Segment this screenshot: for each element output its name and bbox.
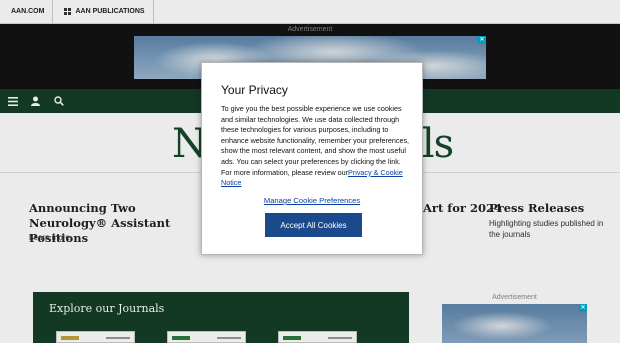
privacy-body: To give you the best possible experience…: [221, 104, 413, 189]
accept-all-cookies-button[interactable]: Accept All Cookies: [265, 213, 362, 237]
privacy-body-text: To give you the best possible experience…: [221, 104, 410, 177]
privacy-heading: Your Privacy: [221, 83, 288, 97]
manage-cookie-preferences-link[interactable]: Manage Cookie Preferences: [202, 196, 422, 205]
privacy-dialog: Your Privacy To give you the best possib…: [201, 62, 423, 255]
page: AAN.COM AAN PUBLICATIONS Advertisement ✕…: [0, 0, 620, 343]
